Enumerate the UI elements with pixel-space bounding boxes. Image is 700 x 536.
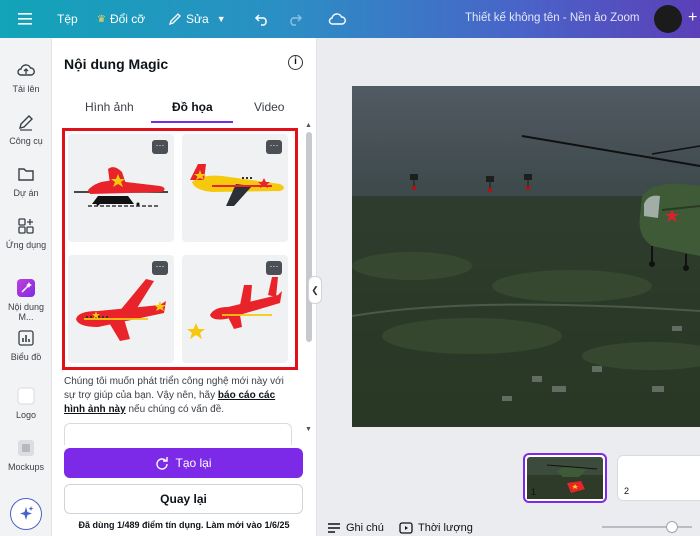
logo-icon bbox=[17, 387, 35, 405]
undo-icon[interactable] bbox=[254, 0, 270, 38]
magic-assistant-button[interactable] bbox=[10, 498, 42, 530]
avatar[interactable] bbox=[654, 5, 682, 33]
active-tab-indicator bbox=[151, 121, 233, 123]
file-label: Tệp bbox=[57, 12, 78, 26]
more-options-icon[interactable]: ··· bbox=[266, 140, 282, 154]
back-label: Quay lại bbox=[160, 492, 207, 506]
page-preview bbox=[527, 457, 603, 499]
pencil-icon bbox=[168, 13, 181, 26]
rail-item-label: Mockups bbox=[7, 462, 44, 472]
graphic-result-1[interactable]: ··· bbox=[68, 134, 174, 242]
graphic-result-2[interactable]: ··· bbox=[182, 134, 288, 242]
back-button[interactable]: Quay lại bbox=[64, 484, 303, 514]
edit-label: Sửa bbox=[186, 12, 209, 26]
refresh-icon bbox=[156, 457, 169, 470]
collapse-panel-button[interactable]: ❮ bbox=[308, 276, 322, 304]
rail-item-label: Logo bbox=[15, 410, 37, 420]
page-thumbnail-1[interactable]: 1 bbox=[523, 453, 607, 503]
timer-icon bbox=[399, 522, 413, 534]
top-bar: Tệp ♛ Đổi cỡ Sửa ▼ Thiết kế không tên - … bbox=[0, 0, 700, 38]
notes-button[interactable]: Ghi chú bbox=[327, 522, 384, 534]
graphic-result-4[interactable]: ··· bbox=[182, 255, 288, 363]
duration-button[interactable]: Thời lượng bbox=[399, 522, 473, 534]
design-canvas[interactable] bbox=[352, 86, 700, 427]
rail-item-charts[interactable]: Biểu đồ bbox=[0, 328, 52, 362]
rail-item-label: Tải lên bbox=[12, 84, 40, 94]
rail-item-label: Biểu đồ bbox=[10, 352, 42, 362]
mockups-icon bbox=[18, 440, 34, 456]
chevron-down-icon: ▼ bbox=[216, 14, 226, 24]
page-thumbnail-2[interactable]: 2 bbox=[617, 455, 700, 501]
credits-status: Đã dùng 1/489 điểm tín dụng. Làm mới vào… bbox=[78, 520, 290, 530]
rail-item-projects[interactable]: Dự án bbox=[0, 164, 52, 198]
cloud-upload-icon bbox=[17, 64, 35, 76]
add-icon[interactable]: + bbox=[688, 9, 697, 27]
rail-item-upload[interactable]: Tải lên bbox=[0, 60, 52, 94]
resize-label: Đổi cỡ bbox=[109, 12, 146, 26]
info-icon[interactable]: i bbox=[288, 55, 303, 70]
crown-icon: ♛ bbox=[97, 13, 106, 25]
zoom-slider-handle[interactable] bbox=[666, 521, 678, 533]
rail-item-logo[interactable]: Logo bbox=[0, 386, 52, 420]
apps-icon bbox=[18, 218, 34, 234]
magic-content-panel: Nội dung Magic i Hình ảnh Đồ họa Video ·… bbox=[52, 38, 317, 536]
sparkle-icon bbox=[20, 506, 34, 520]
rail-item-label: Dự án bbox=[13, 188, 39, 198]
scroll-down-arrow[interactable]: ▼ bbox=[305, 426, 312, 433]
left-rail: Tải lên Công cụ Dự án Ứng dụng Nội dung … bbox=[0, 38, 52, 536]
scroll-up-arrow[interactable]: ▲ bbox=[305, 122, 312, 129]
graphic-result-3[interactable]: ··· bbox=[68, 255, 174, 363]
feedback-note-text-end: nếu chúng có vấn đề. bbox=[125, 404, 225, 415]
duration-label: Thời lượng bbox=[418, 522, 473, 534]
resize-menu[interactable]: ♛ Đổi cỡ bbox=[97, 0, 145, 38]
panel-scrollbar[interactable] bbox=[306, 132, 312, 342]
more-options-icon[interactable]: ··· bbox=[152, 140, 168, 154]
edit-menu[interactable]: Sửa ▼ bbox=[168, 0, 226, 38]
panel-title: Nội dung Magic bbox=[64, 56, 169, 72]
cloud-save-icon[interactable] bbox=[328, 0, 346, 38]
file-menu[interactable]: Tệp bbox=[57, 0, 78, 38]
tab-images[interactable]: Hình ảnh bbox=[85, 100, 134, 114]
notes-icon bbox=[328, 523, 340, 533]
prompt-field[interactable] bbox=[64, 423, 292, 445]
more-options-icon[interactable]: ··· bbox=[152, 261, 168, 275]
rail-item-magic-content[interactable]: Nội dung M... bbox=[0, 278, 52, 322]
more-options-icon[interactable]: ··· bbox=[266, 261, 282, 275]
tab-graphics[interactable]: Đồ họa bbox=[172, 100, 213, 114]
regenerate-label: Tạo lại bbox=[175, 456, 212, 470]
zoom-slider[interactable] bbox=[602, 526, 692, 528]
tab-video[interactable]: Video bbox=[254, 100, 284, 114]
document-title[interactable]: Thiết kế không tên - Nền ảo Zoom bbox=[465, 12, 640, 24]
folder-icon bbox=[18, 168, 34, 181]
helicopter-photo bbox=[352, 86, 700, 427]
page-number-2: 2 bbox=[624, 486, 630, 496]
page-number-1: 1 bbox=[531, 487, 537, 497]
rail-item-label: Ứng dụng bbox=[5, 240, 47, 250]
chart-icon bbox=[18, 330, 34, 346]
graphics-results: ··· ··· ··· ··· bbox=[62, 128, 298, 370]
feedback-note: Chúng tôi muốn phát triển công nghệ mới … bbox=[64, 375, 292, 417]
regenerate-button[interactable]: Tạo lại bbox=[64, 448, 303, 478]
rail-item-mockups[interactable]: Mockups bbox=[0, 438, 52, 472]
pen-icon bbox=[19, 115, 33, 131]
rail-item-label: Nội dung M... bbox=[7, 302, 45, 322]
rail-item-tools[interactable]: Công cụ bbox=[0, 112, 52, 146]
menu-icon[interactable] bbox=[18, 0, 32, 38]
redo-icon[interactable] bbox=[287, 0, 303, 38]
rail-item-apps[interactable]: Ứng dụng bbox=[0, 216, 52, 250]
notes-label: Ghi chú bbox=[346, 522, 384, 534]
bottom-bar: 1 2 Ghi chú Thời lượng bbox=[317, 440, 700, 536]
chevron-left-icon: ❮ bbox=[311, 285, 319, 295]
magic-content-icon bbox=[17, 279, 35, 297]
rail-item-label: Công cụ bbox=[9, 136, 43, 146]
